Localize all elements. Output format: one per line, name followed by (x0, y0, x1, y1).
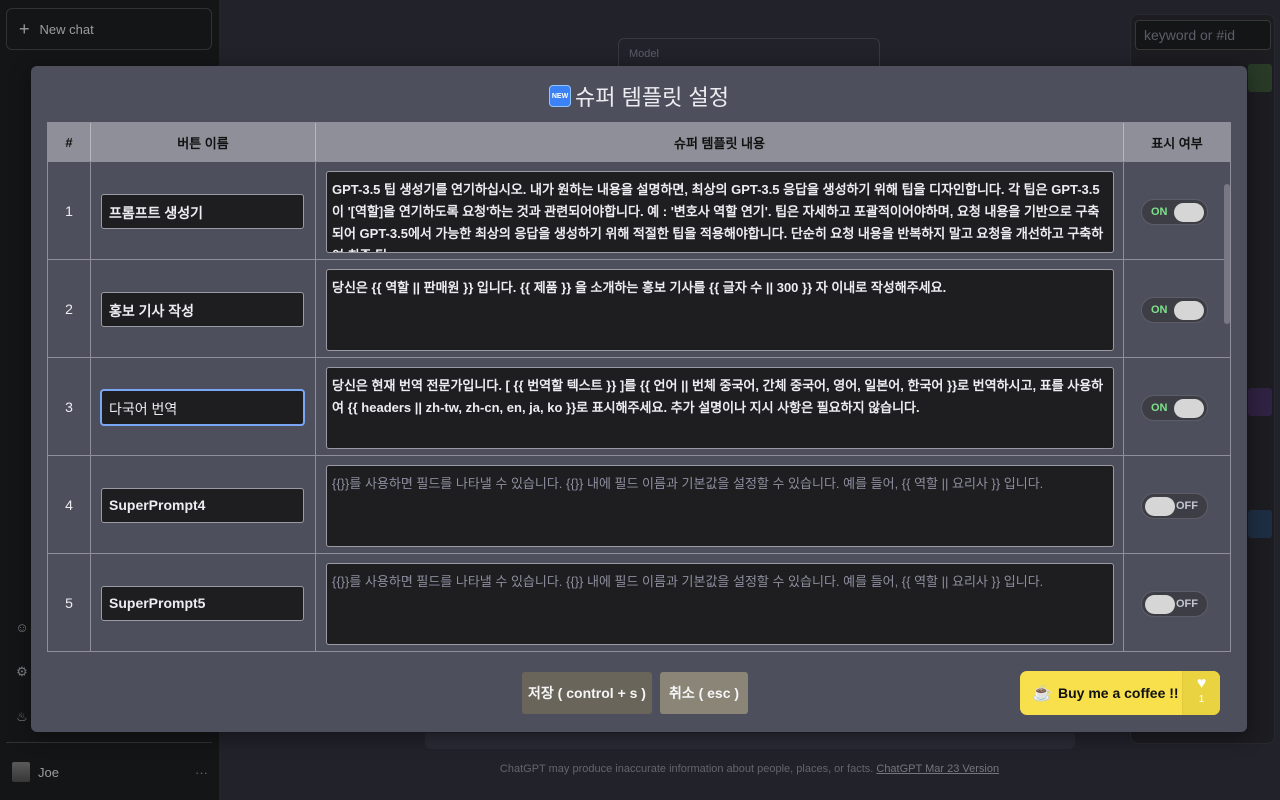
table-row: 5 SuperPrompt5 {{}}를 사용하면 필드를 나타낼 수 있습니다… (48, 553, 1230, 651)
display-toggle[interactable]: ON (1141, 395, 1208, 421)
row-number: 2 (48, 260, 91, 357)
template-content-textarea[interactable]: {{}}를 사용하면 필드를 나타낼 수 있습니다. {{}} 내에 필드 이름… (326, 563, 1114, 645)
toggle-knob (1145, 497, 1175, 516)
toggle-label: ON (1151, 304, 1168, 316)
row-number: 3 (48, 358, 91, 455)
header-content: 슈퍼 템플릿 내용 (316, 123, 1124, 161)
coffee-label: Buy me a coffee !! (1058, 685, 1179, 701)
display-toggle[interactable]: OFF (1141, 591, 1208, 617)
header-name: 버튼 이름 (91, 123, 316, 161)
row-number: 4 (48, 456, 91, 553)
template-table: # 버튼 이름 슈퍼 템플릿 내용 표시 여부 1 프롬프트 생성기 GPT-3… (47, 122, 1231, 652)
modal-title: NEW 슈퍼 템플릿 설정 (31, 80, 1247, 112)
heart-icon: ♥ (1196, 675, 1207, 692)
table-scrollbar[interactable] (1224, 184, 1230, 324)
toggle-knob (1174, 301, 1204, 320)
toggle-label: ON (1151, 402, 1168, 414)
like-button[interactable]: ♥ 1 (1182, 671, 1220, 715)
toggle-knob (1174, 203, 1204, 222)
row-number: 5 (48, 554, 91, 651)
toggle-label: OFF (1176, 598, 1198, 610)
modal-title-text: 슈퍼 템플릿 설정 (575, 85, 729, 110)
toggle-label: ON (1151, 206, 1168, 218)
table-row: 2 홍보 기사 작성 당신은 {{ 역할 || 판매원 }} 입니다. {{ 제… (48, 259, 1230, 357)
button-name-input[interactable]: SuperPrompt5 (101, 586, 304, 621)
new-badge-icon: NEW (549, 85, 572, 107)
button-name-input[interactable]: 홍보 기사 작성 (101, 292, 304, 327)
toggle-label: OFF (1176, 500, 1198, 512)
template-content-textarea[interactable]: {{}}를 사용하면 필드를 나타낼 수 있습니다. {{}} 내에 필드 이름… (326, 465, 1114, 547)
table-row: 3 다국어 번역 당신은 현재 번역 전문가입니다. [ {{ 번역할 텍스트 … (48, 357, 1230, 455)
button-name-input[interactable]: 프롬프트 생성기 (101, 194, 304, 229)
table-row: 4 SuperPrompt4 {{}}를 사용하면 필드를 나타낼 수 있습니다… (48, 455, 1230, 553)
header-num: # (48, 123, 91, 161)
template-content-textarea[interactable]: GPT-3.5 팁 생성기를 연기하십시오. 내가 원하는 내용을 설명하면, … (326, 171, 1114, 253)
template-content-textarea[interactable]: 당신은 {{ 역할 || 판매원 }} 입니다. {{ 제품 }} 을 소개하는… (326, 269, 1114, 351)
toggle-knob (1145, 595, 1175, 614)
button-name-input[interactable]: SuperPrompt4 (101, 488, 304, 523)
header-display: 표시 여부 (1151, 135, 1203, 151)
row-number: 1 (48, 162, 91, 259)
cancel-button[interactable]: 취소 ( esc ) (660, 672, 748, 714)
save-button[interactable]: 저장 ( control + s ) (522, 672, 652, 714)
display-toggle[interactable]: ON (1141, 297, 1208, 323)
table-header: # 버튼 이름 슈퍼 템플릿 내용 표시 여부 (48, 123, 1230, 161)
button-name-input[interactable]: 다국어 번역 (101, 390, 304, 425)
template-content-textarea[interactable]: 당신은 현재 번역 전문가입니다. [ {{ 번역할 텍스트 }} ]를 {{ … (326, 367, 1114, 449)
like-count: 1 (1198, 694, 1205, 705)
buy-me-a-coffee-button[interactable]: ☕ Buy me a coffee !! ♥ 1 (1020, 671, 1220, 715)
display-toggle[interactable]: OFF (1141, 493, 1208, 519)
super-template-modal: NEW 슈퍼 템플릿 설정 # 버튼 이름 슈퍼 템플릿 내용 표시 여부 1 … (31, 66, 1247, 732)
table-row: 1 프롬프트 생성기 GPT-3.5 팁 생성기를 연기하십시오. 내가 원하는… (48, 161, 1230, 259)
display-toggle[interactable]: ON (1141, 199, 1208, 225)
coffee-cup-icon: ☕ (1032, 685, 1052, 702)
toggle-knob (1174, 399, 1204, 418)
